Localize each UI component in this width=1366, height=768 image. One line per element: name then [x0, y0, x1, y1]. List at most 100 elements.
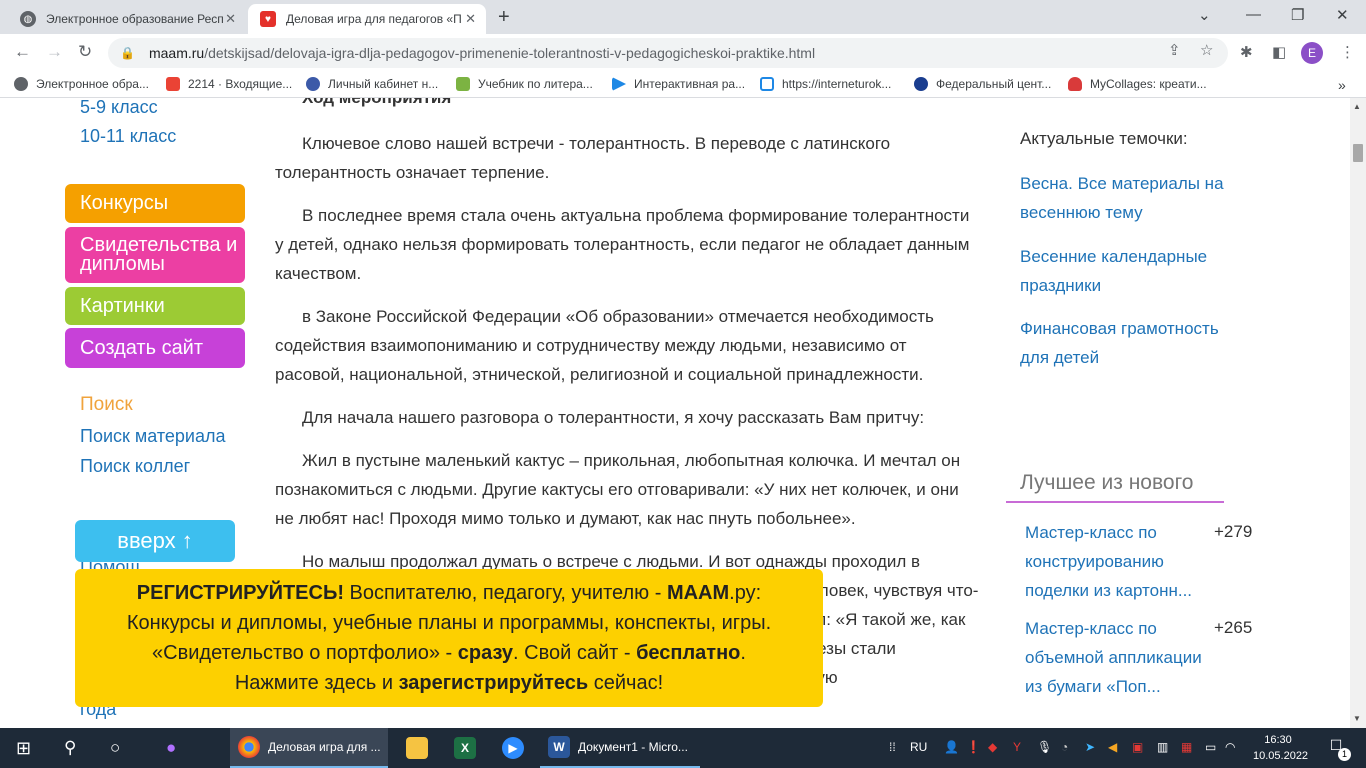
grade-link-10-11[interactable]: 10-11 класс	[80, 126, 176, 147]
menu-button-certificates[interactable]: Свидетельства и дипломы	[65, 227, 245, 283]
tray-alert-icon[interactable]: ❗	[966, 740, 981, 754]
menu-kebab-icon[interactable]: ⋮	[1340, 43, 1355, 61]
language-indicator[interactable]: RU	[910, 740, 927, 754]
bookmark-item[interactable]: 2214 · Входящие...	[166, 77, 292, 91]
search-material-link[interactable]: Поиск материала	[80, 426, 226, 447]
tab-active[interactable]: ♥ Деловая игра для педагогов «П ✕	[248, 4, 486, 34]
scroll-top-button[interactable]: вверх ↑	[75, 520, 235, 562]
network-icon[interactable]: ▥	[1157, 740, 1168, 754]
best-item-title[interactable]: Мастер-класс по объемной аппликации из б…	[1025, 614, 1215, 701]
bookmark-item[interactable]: Учебник по литера...	[456, 77, 593, 91]
chrome-icon	[238, 736, 260, 758]
play-icon	[612, 77, 626, 91]
banner-register-bold: РЕГИСТРИРУЙТЕСЬ!	[136, 582, 344, 604]
restore-button[interactable]: ❐	[1291, 6, 1304, 24]
taskbar-app-label: Документ1 - Micro...	[578, 740, 688, 754]
minimize-button[interactable]: —	[1246, 6, 1261, 23]
taskbar-app-chrome[interactable]: Деловая игра для ...	[230, 728, 388, 768]
antivirus-icon[interactable]: ▣	[1132, 740, 1143, 754]
banner-text: . Свой сайт -	[513, 642, 637, 664]
volume-muted-icon[interactable]: ◀	[1108, 740, 1117, 754]
task-view-icon[interactable]: ○	[110, 738, 120, 758]
tray-app-icon[interactable]: ◆	[988, 740, 997, 754]
battery-icon[interactable]: ▭	[1205, 740, 1216, 754]
best-item-title[interactable]: Мастер-класс по конструированию поделки …	[1025, 518, 1215, 605]
extensions-icon[interactable]: ✱	[1240, 43, 1253, 61]
grade-link-5-9[interactable]: 5-9 класс	[80, 98, 158, 118]
bookmark-item[interactable]: Электронное обра...	[14, 77, 149, 91]
bookmark-item[interactable]: Личный кабинет н...	[306, 77, 438, 91]
close-window-button[interactable]: ✕	[1336, 6, 1349, 24]
address-bar[interactable]: 🔒 maam.ru/detskijsad/delovaja-igra-dlja-…	[108, 38, 1228, 68]
topic-link-holidays[interactable]: Весенние календарные праздники	[1020, 242, 1240, 300]
side-panel-icon[interactable]: ◧	[1272, 43, 1286, 61]
menu-button-create-site[interactable]: Создать сайт	[65, 328, 245, 368]
scroll-up-arrow-icon[interactable]: ▲	[1353, 102, 1361, 111]
topic-link-spring[interactable]: Весна. Все материалы на весеннюю тему	[1020, 169, 1265, 227]
banner-bold: бесплатно	[636, 642, 741, 664]
tray-overflow-icon[interactable]: ⁞⁞	[889, 740, 896, 754]
forward-button[interactable]: →	[46, 42, 63, 62]
taskbar-app-word[interactable]: W Документ1 - Micro...	[540, 728, 700, 768]
taskbar-app-explorer[interactable]	[398, 728, 438, 768]
profile-avatar[interactable]: E	[1301, 42, 1323, 64]
notification-center-button[interactable]: ☐ 1	[1325, 737, 1351, 761]
share-icon[interactable]: ⇪	[1168, 41, 1181, 59]
page-scrollbar[interactable]: ▲ ▼	[1350, 98, 1366, 728]
bookmark-label: 2214 · Входящие...	[188, 77, 293, 91]
yandex-icon[interactable]: Y	[1013, 740, 1021, 754]
windows-start-icon[interactable]: ⊞	[16, 738, 31, 759]
scrollbar-thumb[interactable]	[1353, 144, 1363, 162]
banner-text: .	[740, 642, 746, 664]
fcior-icon	[914, 77, 928, 91]
best-item-count: +279	[1214, 522, 1253, 541]
tab-inactive[interactable]: ◍ Электронное образование Респ ✕	[8, 4, 246, 34]
web-page: 5-9 класс 10-11 класс Конкурсы Свидетель…	[0, 98, 1350, 728]
telegram-icon[interactable]: ➤	[1085, 740, 1095, 754]
url-path: /detskijsad/delovaja-igra-dlja-pedagogov…	[204, 45, 816, 61]
bookmark-item[interactable]: MyCollages: креати...	[1068, 77, 1207, 91]
folder-icon	[406, 737, 428, 759]
bookmark-item[interactable]: https://interneturok...	[760, 77, 891, 91]
menu-button-contests[interactable]: Конкурсы	[65, 184, 245, 223]
alice-assistant-icon[interactable]: ●	[166, 738, 176, 758]
taskbar-clock[interactable]: 16:30 10.05.2022	[1253, 732, 1309, 764]
microphone-icon[interactable]: 🎙	[1037, 740, 1052, 754]
tray-app-icon[interactable]: ▦	[1181, 740, 1192, 754]
back-button[interactable]: ←	[14, 42, 31, 62]
search-heading: Поиск	[80, 394, 133, 415]
registration-banner[interactable]: РЕГИСТРИРУЙТЕСЬ! Воспитателю, педагогу, …	[75, 569, 823, 707]
clock-time: 16:30	[1264, 734, 1292, 746]
bookmark-item[interactable]: Федеральный цент...	[914, 77, 1051, 91]
bookmark-star-icon[interactable]: ☆	[1200, 41, 1213, 59]
best-item-count: +265	[1214, 618, 1253, 637]
bookmark-item[interactable]: Интерактивная ра...	[612, 77, 745, 91]
new-tab-button[interactable]: +	[498, 6, 510, 29]
close-icon[interactable]: ✕	[225, 11, 236, 27]
search-colleagues-link[interactable]: Поиск коллег	[80, 456, 190, 477]
tab-search-icon[interactable]: ⌄	[1198, 6, 1211, 24]
gmail-icon	[166, 77, 180, 91]
reload-button[interactable]: ↻	[78, 42, 92, 62]
screen: ◍ Электронное образование Респ ✕ ♥ Делов…	[0, 0, 1366, 768]
excel-icon: X	[454, 737, 476, 759]
clock-date: 10.05.2022	[1253, 750, 1309, 762]
search-icon[interactable]: ⚲	[64, 738, 76, 758]
bookmark-label: Личный кабинет н...	[328, 77, 439, 91]
menu-button-pictures[interactable]: Картинки	[65, 287, 245, 325]
wifi-icon[interactable]: ◠	[1225, 740, 1235, 754]
taskbar-app-zoom[interactable]: ▶	[494, 728, 534, 768]
best-new-underline	[1006, 501, 1224, 503]
close-icon[interactable]: ✕	[465, 11, 476, 27]
scroll-down-arrow-icon[interactable]: ▼	[1353, 714, 1361, 723]
tray-app-icon[interactable]: ◔	[1061, 740, 1068, 754]
more-bookmarks-button[interactable]: »	[1338, 77, 1346, 93]
url-host: maam.ru	[148, 45, 205, 61]
banner-bold: сразу	[457, 642, 514, 664]
taskbar-app-excel[interactable]: X	[446, 728, 486, 768]
emblem-icon	[306, 77, 320, 91]
banner-text: Воспитателю, педагогу, учителю -	[344, 582, 667, 604]
article-paragraph: Ключевое слово нашей встречи - толерантн…	[275, 134, 891, 182]
topic-link-finance[interactable]: Финансовая грамотность для детей	[1020, 314, 1245, 372]
tray-icon[interactable]: 👤	[944, 740, 959, 754]
